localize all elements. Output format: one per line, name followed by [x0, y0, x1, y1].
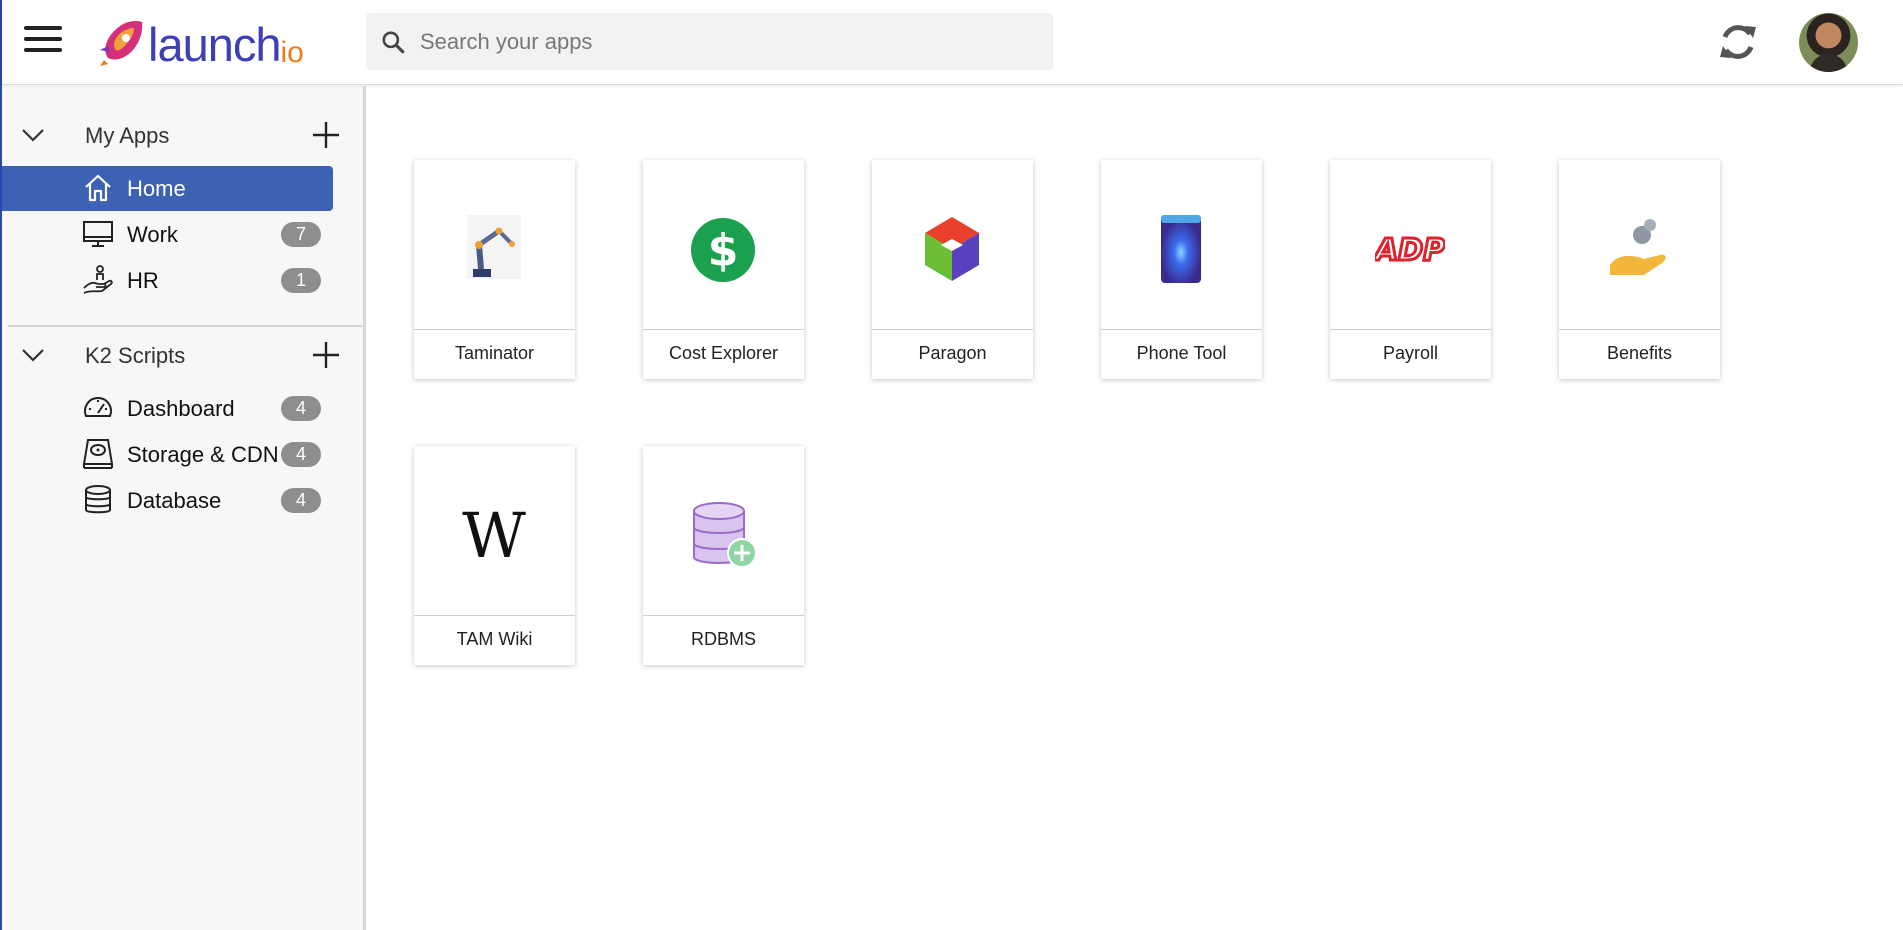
sidebar-item-label: Dashboard: [127, 396, 235, 421]
top-bar: launch io: [2, 0, 1903, 85]
speedometer-icon: [84, 397, 112, 417]
logo-text: launch: [148, 17, 281, 71]
svg-text:W: W: [462, 501, 526, 571]
robot-arm-icon: [467, 215, 521, 279]
sidebar-item-storage-cdn[interactable]: Storage & CDN 4: [2, 432, 333, 477]
app-tile-taminator[interactable]: Taminator: [414, 160, 575, 379]
sidebar-divider: [8, 325, 363, 327]
section-k2-scripts: K2 Scripts: [2, 332, 363, 382]
svg-text:ADP: ADP: [1375, 233, 1445, 268]
count-badge: 4: [281, 442, 321, 467]
sidebar-item-label: Storage & CDN: [127, 442, 279, 467]
app-tile-label: Taminator: [454, 343, 535, 363]
sidebar-item-work[interactable]: Work 7: [2, 212, 333, 257]
logo-suffix: io: [280, 36, 304, 69]
app-tile-payroll[interactable]: ADP Payroll: [1330, 160, 1491, 379]
phone-icon: [1161, 215, 1201, 283]
search-input[interactable]: [420, 28, 1020, 55]
refresh-button[interactable]: [1718, 20, 1758, 64]
refresh-icon: [1720, 25, 1756, 59]
sidebar-item-label: Database: [127, 488, 222, 513]
app-tile-paragon[interactable]: Paragon: [872, 160, 1033, 379]
add-icon[interactable]: [310, 119, 342, 151]
home-icon: [85, 174, 111, 202]
user-avatar[interactable]: [1799, 13, 1858, 72]
wikipedia-icon: W: [462, 501, 526, 571]
count-badge: 4: [281, 396, 321, 421]
rocket-logo-icon: [100, 21, 143, 66]
coin-hand-icon: [1610, 219, 1666, 275]
count-badge: 4: [281, 488, 321, 513]
sidebar-item-database[interactable]: Database 4: [2, 478, 333, 523]
app-tile-label: Paragon: [918, 343, 987, 363]
count-badge: 7: [281, 222, 321, 247]
section-title: K2 Scripts: [85, 343, 186, 368]
app-tile-tam-wiki[interactable]: W TAM Wiki: [414, 446, 575, 665]
dollar-icon: $: [691, 218, 755, 282]
app-tile-label: Phone Tool: [1136, 343, 1227, 363]
app-tile-label: Payroll: [1382, 343, 1439, 363]
sidebar: My Apps Home Work 7 HR 1 K2 Scripts Dash…: [2, 86, 366, 930]
sidebar-item-dashboard[interactable]: Dashboard 4: [2, 386, 333, 431]
sidebar-item-label: Home: [127, 176, 186, 201]
monitor-icon: [83, 221, 113, 247]
search-bar[interactable]: [366, 13, 1053, 70]
hand-person-icon: [83, 265, 113, 294]
app-tile-cost-explorer[interactable]: $ Cost Explorer: [643, 160, 804, 379]
chevron-down-icon[interactable]: [20, 342, 46, 368]
hamburger-menu-icon[interactable]: [24, 26, 62, 60]
app-tile-benefits[interactable]: Benefits: [1559, 160, 1720, 379]
app-tile-label: Cost Explorer: [668, 343, 779, 363]
add-icon[interactable]: [310, 339, 342, 371]
app-tile-rdbms[interactable]: RDBMS: [643, 446, 804, 665]
sidebar-item-hr[interactable]: HR 1: [2, 258, 333, 303]
app-grid: Taminator $ Cost Explorer Paragon Phone …: [369, 86, 1903, 930]
database-add-icon: [693, 502, 757, 568]
app-tile-label: RDBMS: [690, 629, 756, 649]
paragon-cube-icon: [925, 217, 979, 281]
sidebar-item-label: HR: [127, 268, 159, 293]
sidebar-item-label: Work: [127, 222, 178, 247]
search-icon: [382, 30, 405, 53]
hard-drive-icon: [82, 439, 114, 469]
database-icon: [85, 485, 111, 514]
count-badge: 1: [281, 268, 321, 293]
svg-text:$: $: [708, 225, 739, 276]
app-logo[interactable]: launch io: [98, 16, 304, 72]
app-tile-label: TAM Wiki: [456, 629, 533, 649]
app-tile-phone-tool[interactable]: Phone Tool: [1101, 160, 1262, 379]
app-tile-label: Benefits: [1606, 343, 1673, 363]
section-my-apps: My Apps: [2, 112, 363, 162]
section-title: My Apps: [85, 123, 170, 148]
chevron-down-icon[interactable]: [20, 122, 46, 148]
adp-logo-icon: ADP: [1375, 232, 1445, 270]
sidebar-item-home[interactable]: Home: [2, 166, 333, 211]
